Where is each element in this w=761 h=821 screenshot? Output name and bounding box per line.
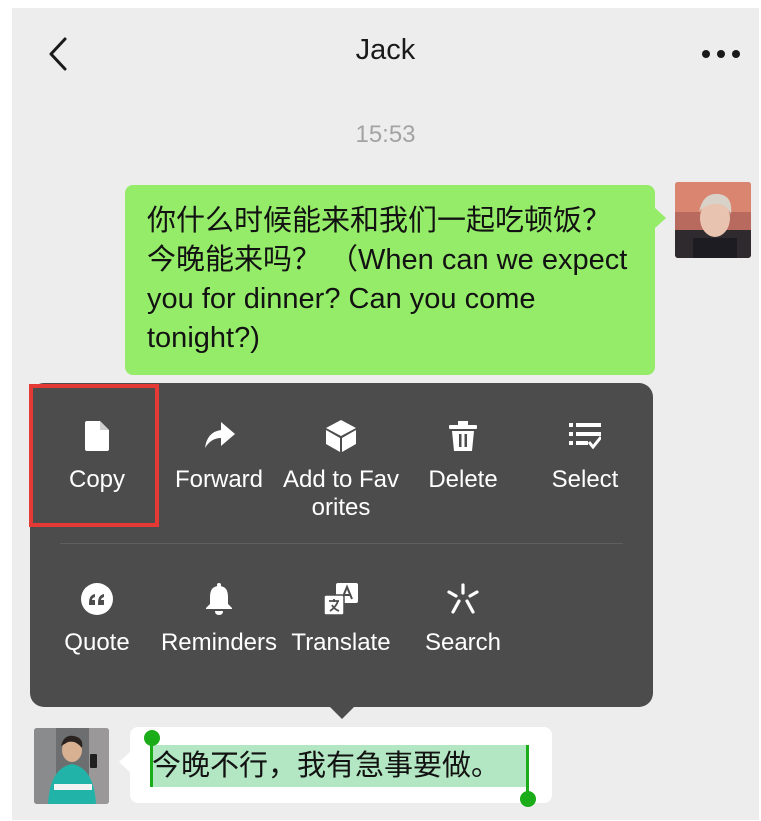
forward-label: Forward [174, 466, 264, 493]
context-menu-row: Quote Reminders Translate Search [30, 561, 653, 701]
chat-header: Jack [12, 8, 759, 98]
copy-button[interactable]: Copy [36, 398, 158, 538]
forward-button[interactable]: Forward [158, 398, 280, 538]
select-button[interactable]: Select [524, 398, 646, 538]
quote-icon [81, 583, 113, 615]
delete-label: Delete [428, 466, 498, 493]
chat-screen: Jack 15:53 你什么时候能来和我们一起吃顿饭？今晚能来吗？ （When … [12, 8, 759, 820]
message-context-menu: Copy Forward Add to Favorites Delete Sel… [30, 383, 653, 719]
reminders-button[interactable]: Reminders [158, 561, 280, 701]
quote-label: Quote [64, 629, 130, 656]
message-timestamp: 15:53 [355, 121, 416, 148]
more-dots-icon [702, 50, 740, 58]
reminders-label: Reminders [160, 629, 278, 656]
my-avatar[interactable] [675, 182, 751, 258]
selection-end-handle[interactable] [520, 791, 536, 807]
copy-label: Copy [68, 466, 126, 493]
incoming-message-bubble[interactable]: 今晚不行，我有急事要做。 [119, 727, 552, 807]
sparkle-icon [447, 583, 479, 614]
context-menu-divider [60, 543, 623, 544]
trash-icon [449, 421, 477, 451]
contact-avatar[interactable] [34, 728, 109, 804]
share-arrow-icon [205, 422, 235, 448]
select-label: Select [551, 466, 619, 493]
search-button[interactable]: Search [402, 561, 524, 701]
selected-message-text[interactable]: 今晚不行，我有急事要做。 [152, 745, 528, 787]
add-to-favorites-button[interactable]: Add to Favorites [280, 398, 402, 538]
selection-end-bar [526, 745, 529, 795]
translate-button[interactable]: Translate [280, 561, 402, 701]
document-icon [85, 421, 109, 451]
translate-label: Translate [291, 629, 391, 656]
outgoing-message-bubble[interactable]: 你什么时候能来和我们一起吃顿饭？今晚能来吗？ （When can we expe… [125, 185, 666, 375]
context-menu-row: Copy Forward Add to Favorites Delete Sel… [30, 398, 653, 538]
selection-start-bar [150, 741, 153, 787]
cube-icon [326, 420, 356, 452]
outgoing-message-text: 你什么时候能来和我们一起吃顿饭？今晚能来吗？ （When can we expe… [147, 205, 628, 354]
translate-icon [324, 583, 358, 615]
add-to-favorites-label: Add to Favorites [282, 466, 400, 521]
search-label: Search [424, 629, 502, 656]
delete-button[interactable]: Delete [402, 398, 524, 538]
quote-button[interactable]: Quote [36, 561, 158, 701]
more-button[interactable] [697, 44, 745, 64]
chat-title: Jack [355, 34, 416, 66]
bell-icon [206, 583, 232, 615]
list-check-icon [569, 423, 601, 449]
